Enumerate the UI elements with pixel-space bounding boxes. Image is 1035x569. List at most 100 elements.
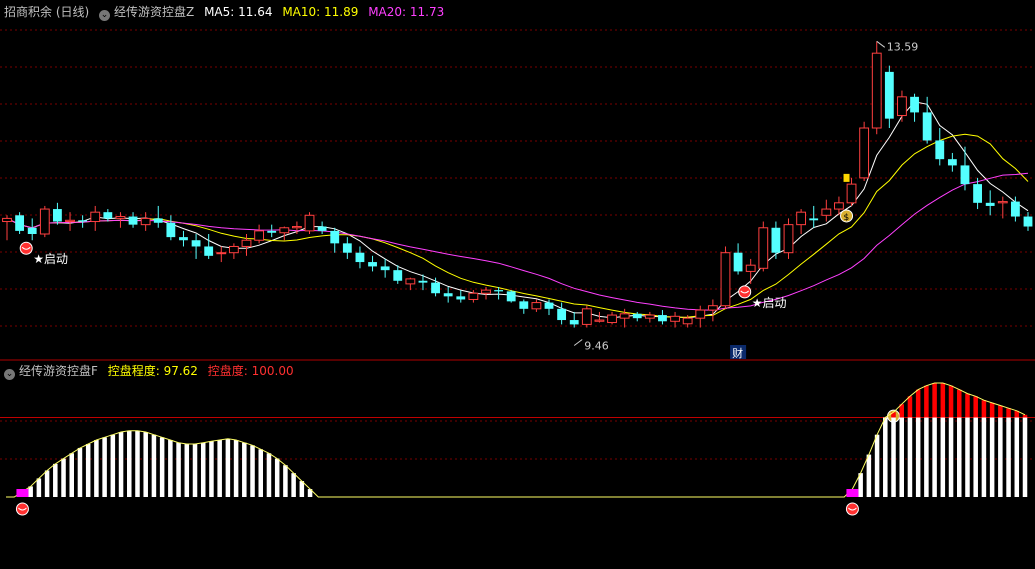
bar-red — [989, 402, 995, 418]
candle-body — [393, 270, 403, 281]
candle-body — [304, 214, 315, 232]
candle-body — [468, 292, 479, 300]
bar-red — [1006, 408, 1011, 418]
bar-white — [176, 442, 181, 497]
control-bar — [69, 453, 75, 497]
candle — [204, 234, 214, 259]
candle-body — [228, 245, 239, 254]
start-signal-label: ★启动 — [752, 296, 787, 310]
candle — [254, 224, 265, 244]
candle — [897, 90, 907, 122]
control-bar — [899, 404, 904, 497]
indicator-name: 经传游资控盘Z — [114, 5, 195, 19]
candle — [267, 224, 277, 238]
control-bar — [77, 447, 83, 497]
bar-white — [44, 470, 50, 497]
bar-white — [85, 443, 91, 497]
start-ball-icon — [19, 241, 33, 255]
candle-body — [179, 237, 188, 241]
bar-white — [883, 417, 888, 497]
candle — [733, 243, 743, 275]
control-bar — [250, 445, 255, 497]
control-bar — [883, 417, 888, 497]
start-ball-icon — [738, 285, 752, 299]
bar-white — [135, 430, 140, 497]
bar-white — [299, 481, 305, 497]
collapse-icon[interactable]: ⌄ — [4, 369, 15, 380]
control-bar — [915, 389, 921, 497]
candle-body — [809, 218, 819, 221]
control-label: 控盘度: 100.00 — [207, 364, 294, 378]
bar-red — [907, 396, 913, 418]
candle-body — [342, 243, 352, 253]
control-bar — [1006, 408, 1011, 497]
bar-red — [915, 389, 921, 418]
bar-white — [233, 440, 239, 497]
candle-body — [90, 211, 101, 223]
bar-white — [283, 465, 288, 497]
control-bar — [233, 440, 239, 497]
ma5-line — [6, 101, 1029, 319]
candle-body — [330, 230, 340, 244]
main-chart-header: 招商积余 (日线) ⌄ 经传游资控盘Z MA5: 11.64 MA10: 11.8… — [4, 4, 450, 21]
ma5-label: MA5: 11.64 — [204, 5, 273, 19]
control-bar — [283, 465, 288, 497]
candle — [581, 305, 592, 328]
candle-body — [27, 227, 37, 234]
ma10-label: MA10: 11.89 — [282, 5, 359, 19]
bar-white — [200, 442, 206, 497]
control-line — [6, 382, 1026, 498]
control-bar — [998, 405, 1003, 497]
candle-body — [78, 220, 88, 222]
control-bar — [266, 453, 272, 497]
control-bar — [1022, 414, 1028, 497]
control-bar — [192, 443, 198, 497]
stock-title: 招商积余 (日线) — [4, 5, 90, 19]
candle — [53, 202, 62, 225]
candle-body — [783, 224, 794, 254]
control-bar — [973, 396, 978, 497]
candle — [884, 65, 894, 128]
bar-white — [143, 432, 148, 497]
candle-body — [494, 290, 504, 292]
signal-ball-icon — [845, 502, 859, 516]
control-bar — [225, 438, 231, 497]
control-bar — [907, 396, 913, 497]
candle — [871, 41, 882, 135]
bar-white — [209, 441, 214, 497]
low-pointer — [573, 339, 583, 346]
candle-body — [720, 252, 731, 307]
candle-body — [405, 278, 416, 285]
control-degree-label: 控盘程度: 97.62 — [107, 364, 198, 378]
bar-white — [965, 417, 970, 497]
control-bar — [61, 458, 66, 497]
chart-labels: 13.59 9.46 ★启动 ★启动财 — [33, 40, 918, 360]
control-bar — [874, 434, 880, 497]
control-bar — [143, 432, 148, 497]
collapse-icon[interactable]: ⌄ — [99, 10, 111, 21]
high-pointer — [876, 40, 886, 48]
candle-body — [821, 208, 832, 216]
candle — [758, 221, 769, 272]
candle-body — [897, 96, 907, 117]
bar-white — [1014, 417, 1020, 497]
candle — [670, 311, 680, 328]
control-bar — [168, 440, 173, 497]
candle-body — [241, 239, 252, 247]
candlesticks — [2, 41, 1033, 328]
candle — [910, 93, 919, 122]
candle — [771, 221, 781, 259]
control-bar — [200, 442, 206, 497]
sub-chart-header: ⌄ 经传游资控盘F 控盘程度: 97.62 控盘度: 100.00 — [4, 363, 300, 380]
candle-body — [871, 52, 882, 129]
bar-white — [940, 417, 946, 497]
candle-body — [431, 282, 440, 294]
bar-white — [874, 434, 880, 497]
candle — [103, 209, 113, 222]
candle-body — [557, 308, 567, 321]
control-bar — [159, 437, 165, 497]
bar-white — [891, 417, 896, 497]
candle — [519, 299, 529, 314]
candle — [506, 290, 516, 303]
control-bar — [118, 432, 124, 497]
